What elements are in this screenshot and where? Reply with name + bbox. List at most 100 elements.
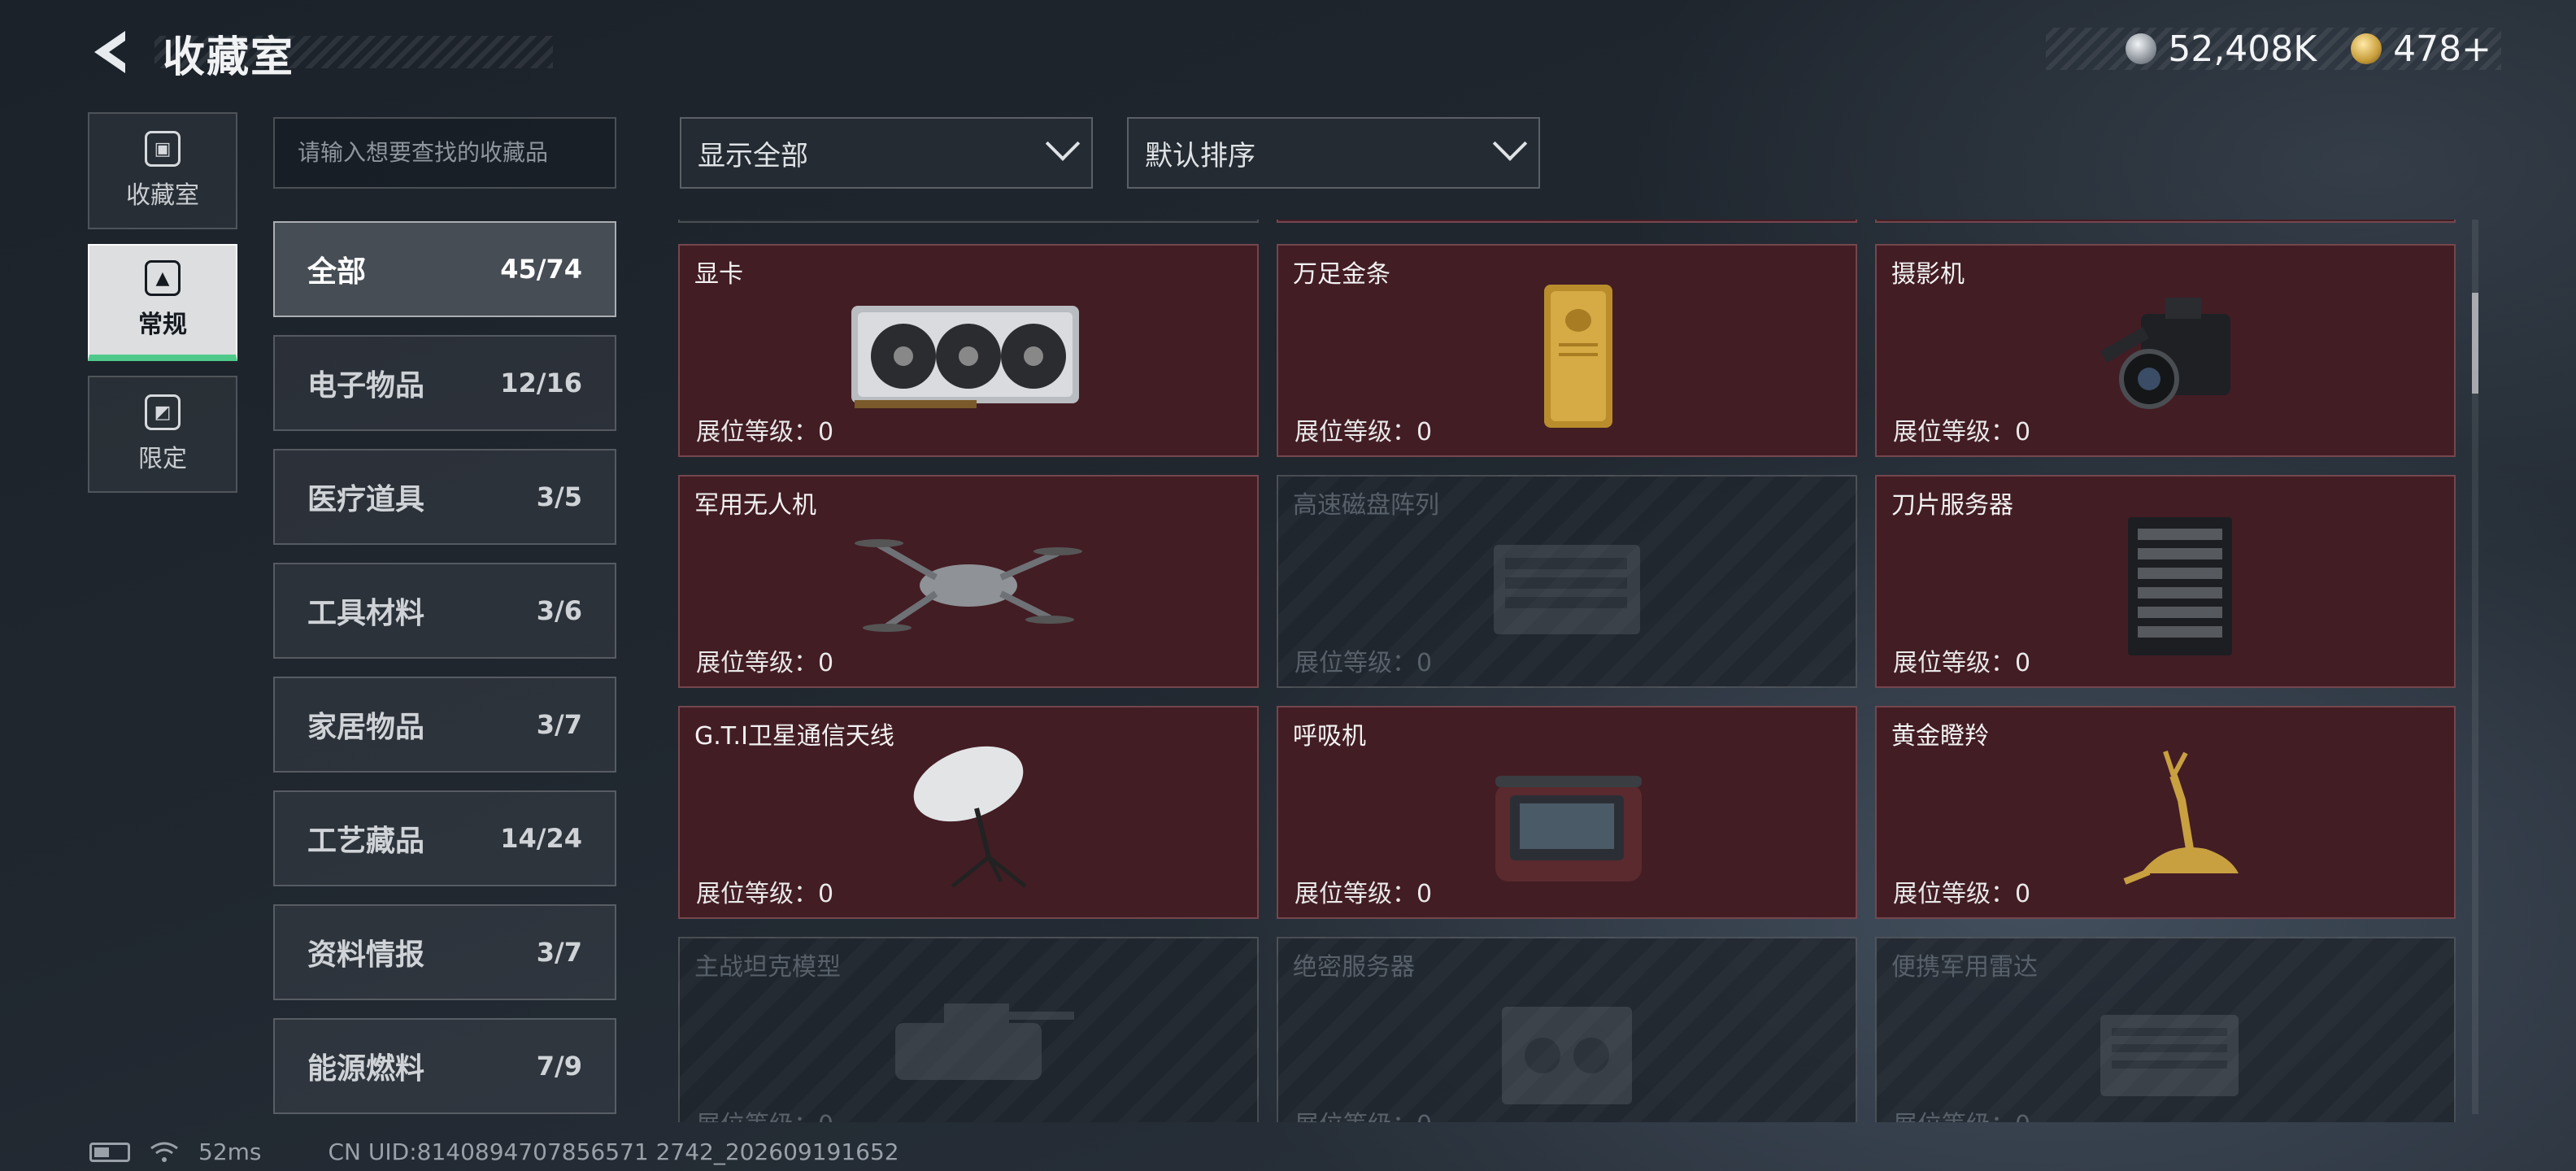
item-name: 摄影机 <box>1891 260 1965 289</box>
item-card[interactable]: G.T.I卫星通信天线 展位等级：0 <box>678 706 1259 919</box>
filter-value: 显示全部 <box>698 139 808 172</box>
tank-model-icon <box>895 1003 1074 1080</box>
item-card[interactable]: 主战坦克模型 展位等级：0 <box>678 937 1259 1122</box>
uid-text: CN UID:8140894707856571 2742_20260919165… <box>328 1138 899 1165</box>
item-card[interactable]: 呼吸机 展位等级：0 <box>1277 706 1857 919</box>
category-count: 14/24 <box>500 823 582 854</box>
item-level: 展位等级：0 <box>1295 418 1433 446</box>
item-level: 展位等级：0 <box>696 1104 833 1122</box>
category-count: 3/6 <box>536 595 582 626</box>
category-count: 45/74 <box>500 254 582 285</box>
category-list: 全部 45/74 电子物品 12/16 医疗道具 3/5 工具材料 3/6 家居… <box>273 221 616 1132</box>
secret-server-icon <box>1502 1007 1632 1104</box>
category-crafts[interactable]: 工艺藏品 14/24 <box>273 790 616 886</box>
satellite-dish-icon <box>913 746 1027 888</box>
nav-regular[interactable]: ▲ 常规 <box>88 244 237 361</box>
item-name: 显卡 <box>694 260 743 289</box>
item-name: 主战坦克模型 <box>694 953 841 982</box>
nav-collection-room[interactable]: ▣ 收藏室 <box>88 112 237 229</box>
category-all[interactable]: 全部 45/74 <box>273 221 616 317</box>
page-title: 收藏室 <box>163 33 295 82</box>
graphics-card-icon <box>851 306 1079 408</box>
blade-server-icon <box>2128 517 2232 655</box>
limited-icon: ◩ <box>145 394 181 430</box>
category-intel[interactable]: 资料情报 3/7 <box>273 904 616 1000</box>
category-count: 12/16 <box>500 368 582 398</box>
gold-currency-value[interactable]: 478+ <box>2393 28 2491 70</box>
category-tools[interactable]: 工具材料 3/6 <box>273 563 616 659</box>
category-count: 3/5 <box>536 481 582 512</box>
filter-dropdown[interactable]: 显示全部 <box>680 117 1093 189</box>
item-card[interactable]: 军用无人机 展位等级：0 <box>678 475 1259 688</box>
item-name: 军用无人机 <box>694 491 816 520</box>
item-level: 展位等级：0 <box>1893 1104 2030 1122</box>
item-name: 刀片服务器 <box>1891 491 2013 520</box>
scrollbar-thumb[interactable] <box>2472 293 2478 394</box>
category-household[interactable]: 家居物品 3/7 <box>273 677 616 773</box>
item-level: 展位等级：0 <box>1893 649 2031 677</box>
item-card[interactable]: 摄影机 展位等级：0 <box>1875 244 2456 457</box>
category-name: 电子物品 <box>307 369 425 403</box>
back-icon[interactable] <box>89 28 135 76</box>
ping-value: 52ms <box>198 1138 262 1165</box>
category-electronics[interactable]: 电子物品 12/16 <box>273 335 616 431</box>
category-medical[interactable]: 医疗道具 3/5 <box>273 449 616 545</box>
previous-row-card <box>1875 220 2456 223</box>
item-card[interactable]: 绝密服务器 展位等级：0 <box>1277 937 1857 1122</box>
ventilator-icon <box>1495 776 1642 882</box>
previous-row-card <box>1277 220 1857 223</box>
chevron-down-icon <box>1492 126 1528 161</box>
item-grid[interactable]: 显卡 展位等级：0 万足金条 展位等级：0 摄影机 展位等级：0 军用无人机 展… <box>678 220 2459 1122</box>
item-card[interactable]: 黄金瞪羚 展位等级：0 <box>1875 706 2456 919</box>
item-name: 万足金条 <box>1293 260 1390 289</box>
search-input[interactable] <box>298 140 592 166</box>
category-count: 3/7 <box>536 937 582 968</box>
radar-icon <box>2100 1015 2239 1096</box>
gold-coin-icon <box>2351 33 2382 64</box>
item-name: 绝密服务器 <box>1293 953 1415 982</box>
item-level: 展位等级：0 <box>696 418 834 446</box>
silver-coin-icon <box>2126 33 2157 64</box>
category-energy[interactable]: 能源燃料 7/9 <box>273 1018 616 1114</box>
collection-room-icon: ▣ <box>145 131 181 167</box>
item-card[interactable]: 刀片服务器 展位等级：0 <box>1875 475 2456 688</box>
category-name: 能源燃料 <box>307 1052 425 1086</box>
regular-icon: ▲ <box>145 260 181 296</box>
sort-dropdown[interactable]: 默认排序 <box>1127 117 1540 189</box>
silver-currency-value: 52,408K <box>2168 28 2317 70</box>
sort-value: 默认排序 <box>1145 139 1255 172</box>
chevron-down-icon <box>1045 126 1081 161</box>
search-box[interactable] <box>273 117 616 189</box>
nav-label: 常规 <box>138 311 187 339</box>
camera-icon <box>2100 298 2230 409</box>
item-level: 展位等级：0 <box>1295 880 1433 908</box>
nav-label: 限定 <box>138 445 187 473</box>
item-card[interactable]: 显卡 展位等级：0 <box>678 244 1259 457</box>
item-level: 展位等级：0 <box>1295 1104 1432 1122</box>
previous-row-card <box>678 220 1259 223</box>
item-card[interactable]: 高速磁盘阵列 展位等级：0 <box>1277 475 1857 688</box>
wifi-icon <box>150 1142 178 1162</box>
item-card[interactable]: 便携军用雷达 展位等级：0 <box>1875 937 2456 1122</box>
gold-bar-icon <box>1544 285 1612 428</box>
category-name: 家居物品 <box>307 711 425 744</box>
item-level: 展位等级：0 <box>696 649 834 677</box>
golden-gazelle-icon <box>2123 751 2239 885</box>
category-name: 医疗道具 <box>307 483 425 516</box>
item-level: 展位等级：0 <box>696 880 834 908</box>
category-name: 工具材料 <box>307 597 425 630</box>
category-name: 全部 <box>307 255 367 289</box>
category-count: 3/7 <box>536 709 582 740</box>
disk-array-icon <box>1494 545 1640 634</box>
drone-icon <box>855 539 1082 632</box>
currency-bar: 52,408K 478+ <box>2046 28 2501 70</box>
left-nav: ▣ 收藏室 ▲ 常规 ◩ 限定 <box>88 112 237 507</box>
nav-limited[interactable]: ◩ 限定 <box>88 376 237 493</box>
category-name: 工艺藏品 <box>307 825 425 858</box>
item-name: 呼吸机 <box>1293 722 1366 751</box>
status-bar: 52ms CN UID:8140894707856571 2742_202609… <box>89 1138 899 1165</box>
item-card[interactable]: 万足金条 展位等级：0 <box>1277 244 1857 457</box>
item-level: 展位等级：0 <box>1893 418 2031 446</box>
category-count: 7/9 <box>536 1051 582 1082</box>
battery-icon <box>89 1142 130 1162</box>
